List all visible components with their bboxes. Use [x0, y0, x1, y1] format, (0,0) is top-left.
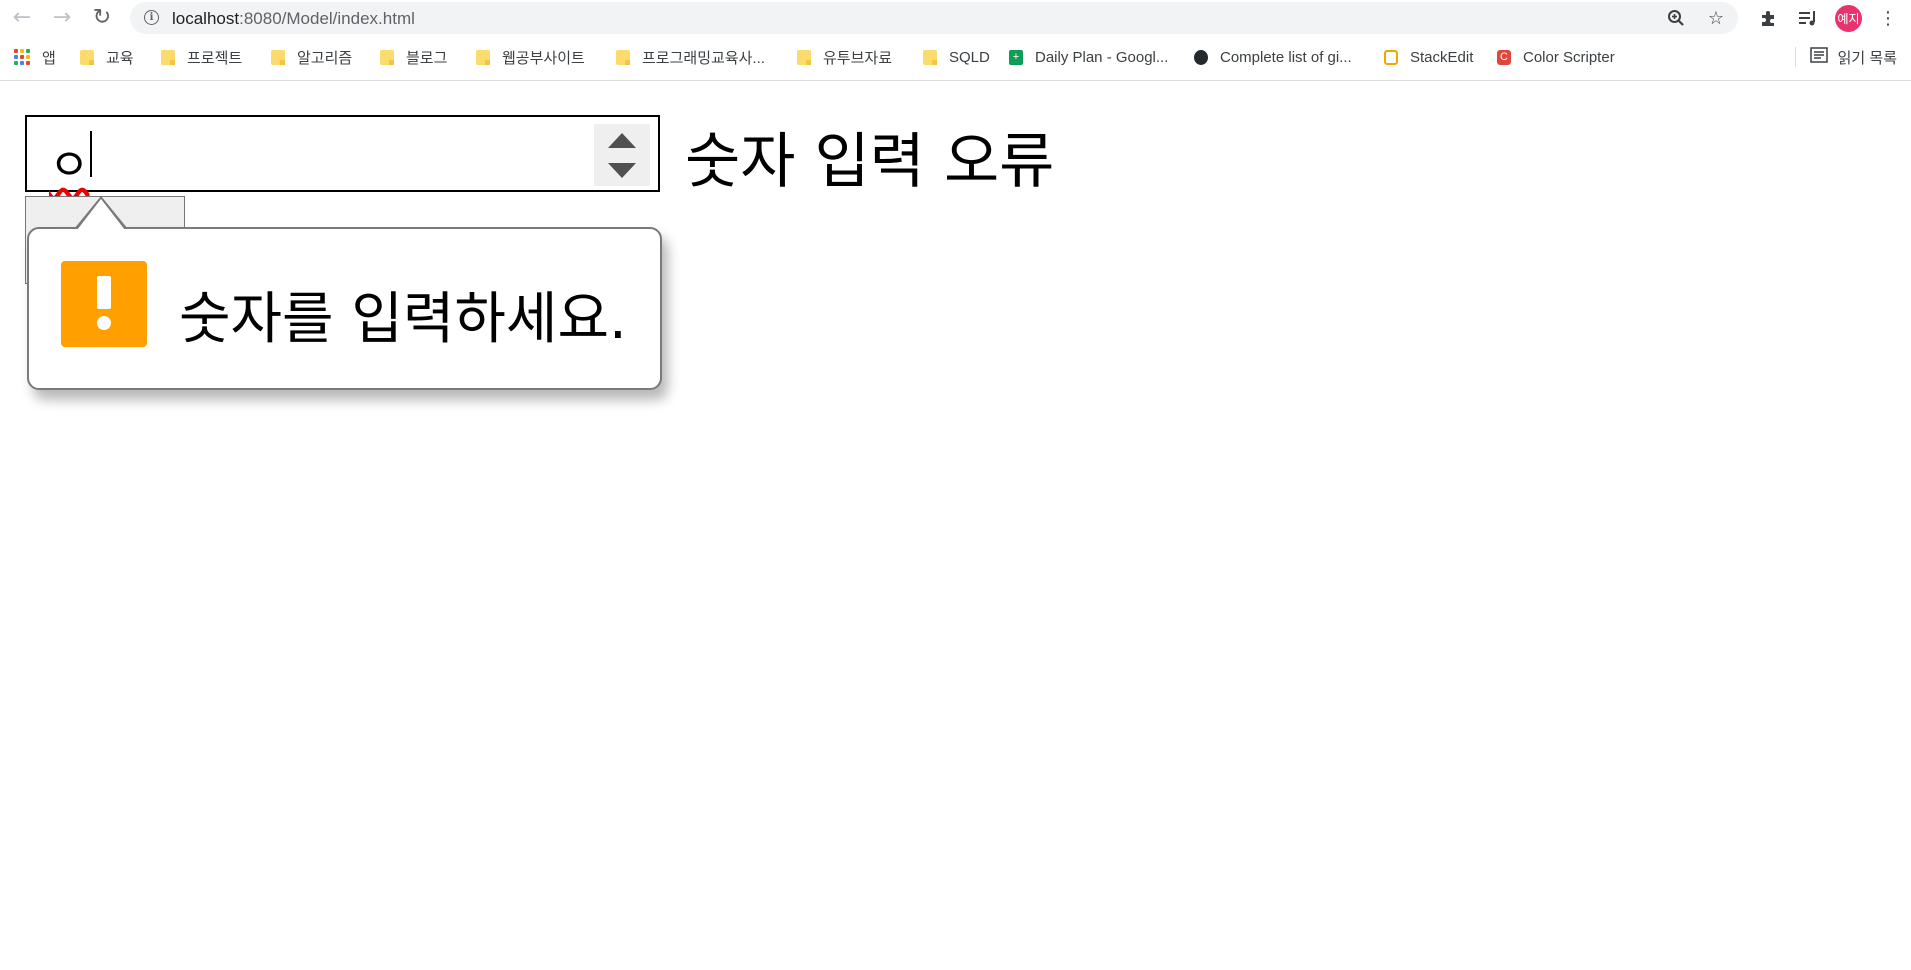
github-icon [1194, 49, 1208, 65]
profile-avatar[interactable]: 예지 [1835, 5, 1862, 32]
bookmark-label: 유투브자료 [823, 49, 893, 67]
extensions-puzzle-icon[interactable] [1754, 4, 1782, 32]
media-playlist-icon[interactable] [1794, 4, 1822, 32]
info-icon[interactable]: i [144, 10, 159, 25]
folder-icon [380, 49, 394, 65]
validation-message: 숫자를 입력하세요. [179, 287, 627, 352]
zoom-icon[interactable] [1664, 6, 1688, 30]
address-bar[interactable]: i localhost:8080/Model/index.html ☆ [130, 2, 1738, 34]
validation-bubble-pointer-fill [77, 199, 125, 230]
bookmark-star-icon[interactable]: ☆ [1704, 6, 1728, 30]
bookmarks-bar: 앱 교육 프로젝트 알고리즘 블로그 웹공부사이트 프로그래밍교육사... 유투… [0, 36, 1911, 81]
url-path: :8080/Model/index.html [239, 9, 415, 28]
bookmark-folder-programming-edu[interactable]: 프로그래밍교육사... [616, 46, 765, 68]
folder-icon [476, 49, 490, 65]
folder-icon [616, 49, 630, 65]
folder-icon [80, 49, 94, 65]
spin-down-arrow-icon[interactable] [608, 163, 636, 178]
bookmark-folder-blog[interactable]: 블로그 [380, 46, 447, 68]
bookmark-label: 블로그 [406, 49, 448, 67]
forward-arrow-icon[interactable]: → [42, 0, 82, 35]
bookmark-label: 프로그래밍교육사... [642, 49, 765, 67]
bookmark-label: 알고리즘 [297, 49, 353, 67]
bookmark-label: Complete list of gi... [1220, 48, 1352, 66]
bookmark-folder-youtube[interactable]: 유투브자료 [797, 46, 892, 68]
bookmark-label: SQLD [949, 48, 990, 66]
google-sheets-icon: + [1009, 49, 1023, 65]
bookmark-label: 웹공부사이트 [502, 49, 585, 67]
folder-icon [797, 49, 811, 65]
bookmark-label: Color Scripter [1523, 48, 1615, 66]
folder-icon [923, 49, 937, 65]
bookmark-label: 프로젝트 [187, 49, 243, 67]
warning-icon-dot [97, 316, 111, 330]
bookmark-folder-project[interactable]: 프로젝트 [161, 46, 242, 68]
bookmark-github-list[interactable]: Complete list of gi... [1194, 46, 1352, 68]
apps-grid-icon [14, 49, 30, 65]
back-arrow-icon[interactable]: ← [2, 0, 42, 35]
reading-list-button[interactable]: 읽기 목록 [1794, 46, 1897, 68]
bookmark-label: StackEdit [1410, 48, 1474, 66]
color-scripter-icon: C [1497, 49, 1511, 65]
bookmark-label: 교육 [106, 49, 134, 67]
bookmark-folder-sqld[interactable]: SQLD [923, 46, 990, 68]
reload-icon[interactable]: ↻ [82, 0, 122, 35]
validation-bubble: 숫자를 입력하세요. [27, 227, 662, 390]
folder-icon [161, 49, 175, 65]
bookmark-separator [1794, 47, 1796, 67]
spin-up-arrow-icon[interactable] [608, 133, 636, 148]
folder-icon [271, 49, 285, 65]
bookmark-label: 앱 [42, 49, 56, 67]
reading-list-label: 읽기 목록 [1837, 49, 1897, 67]
bookmark-folder-algorithm[interactable]: 알고리즘 [271, 46, 352, 68]
stackedit-icon [1384, 49, 1398, 65]
bookmark-apps[interactable]: 앱 [14, 46, 56, 68]
url-host: localhost [172, 9, 240, 28]
bookmark-folder-web-study[interactable]: 웹공부사이트 [476, 46, 585, 68]
warning-icon [61, 261, 147, 347]
bookmark-color-scripter[interactable]: C Color Scripter [1497, 46, 1615, 68]
text-caret [90, 131, 92, 177]
bookmark-folder-education[interactable]: 교육 [80, 46, 134, 68]
bookmark-daily-plan[interactable]: + Daily Plan - Googl... [1009, 46, 1168, 68]
warning-icon-bar [97, 276, 111, 309]
menu-kebab-icon[interactable]: ⋮ [1874, 4, 1902, 32]
number-input[interactable]: ㅇ [25, 115, 660, 192]
bookmark-stackedit[interactable]: StackEdit [1384, 46, 1473, 68]
number-spinner[interactable] [594, 124, 650, 186]
reading-list-icon [1809, 47, 1828, 67]
input-error-message: 숫자 입력 오류 [685, 127, 1055, 197]
bookmark-label: Daily Plan - Googl... [1035, 48, 1169, 66]
url-text[interactable]: localhost:8080/Model/index.html [172, 9, 415, 29]
browser-toolbar: ← → ↻ i localhost:8080/Model/index.html … [0, 0, 1911, 35]
input-value: ㅇ [49, 140, 90, 191]
